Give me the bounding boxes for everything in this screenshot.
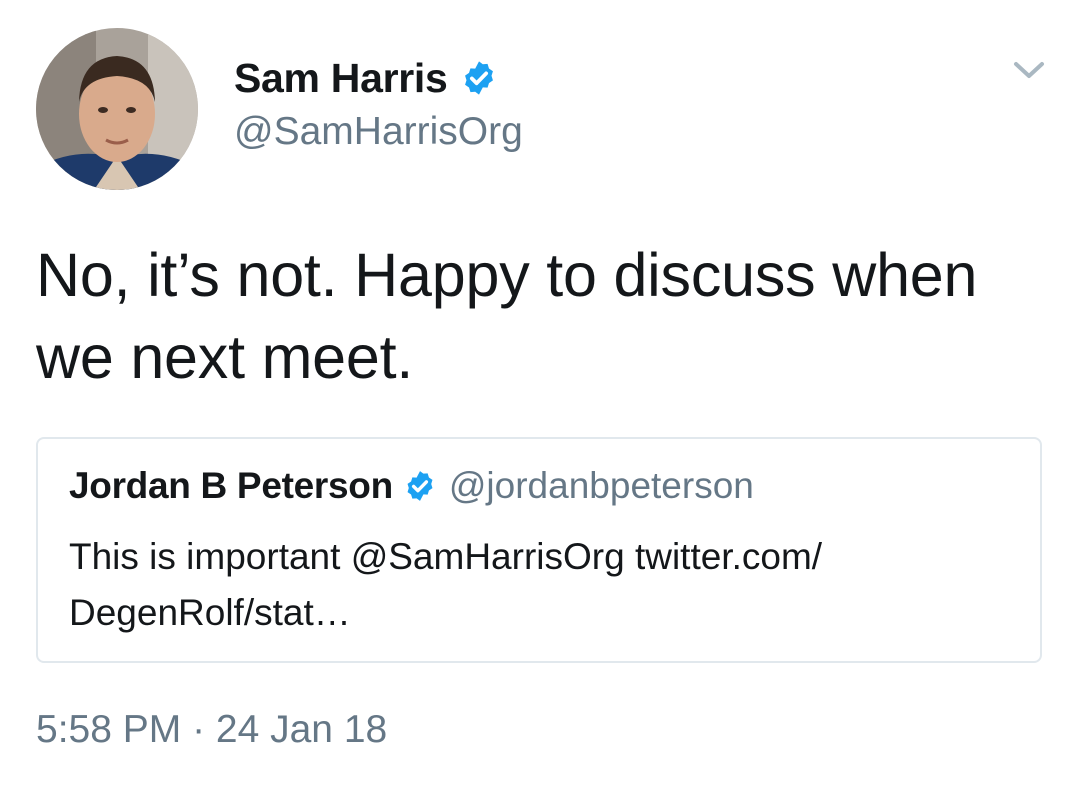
author-handle[interactable]: @SamHarrisOrg <box>234 110 523 154</box>
author-display-name[interactable]: Sam Harris <box>234 55 448 102</box>
author-name-row: Sam Harris <box>234 52 523 104</box>
quoted-author-display-name: Jordan B Peterson <box>69 465 393 506</box>
verified-badge-icon <box>403 469 437 503</box>
quoted-author-handle: @jordanbpeterson <box>448 465 754 506</box>
quoted-tweet-header: Jordan B Peterson @jordanbpeterson <box>69 465 754 507</box>
avatar[interactable] <box>36 28 198 190</box>
quoted-tweet-card[interactable]: Jordan B Peterson @jordanbpeterson This … <box>36 437 1042 663</box>
tweet-text: No, it’s not. Happy to discuss when we n… <box>36 241 978 391</box>
avatar-photo <box>36 28 198 190</box>
chevron-down-icon[interactable] <box>1010 55 1048 85</box>
tweet-timestamp[interactable]: 5:58 PM · 24 Jan 18 <box>36 708 387 752</box>
quoted-tweet-text: This is important @SamHarrisOrg twitter.… <box>69 536 823 633</box>
tweet-author[interactable]: Sam Harris @SamHarrisOrg <box>234 52 523 154</box>
verified-badge-icon <box>460 59 498 97</box>
